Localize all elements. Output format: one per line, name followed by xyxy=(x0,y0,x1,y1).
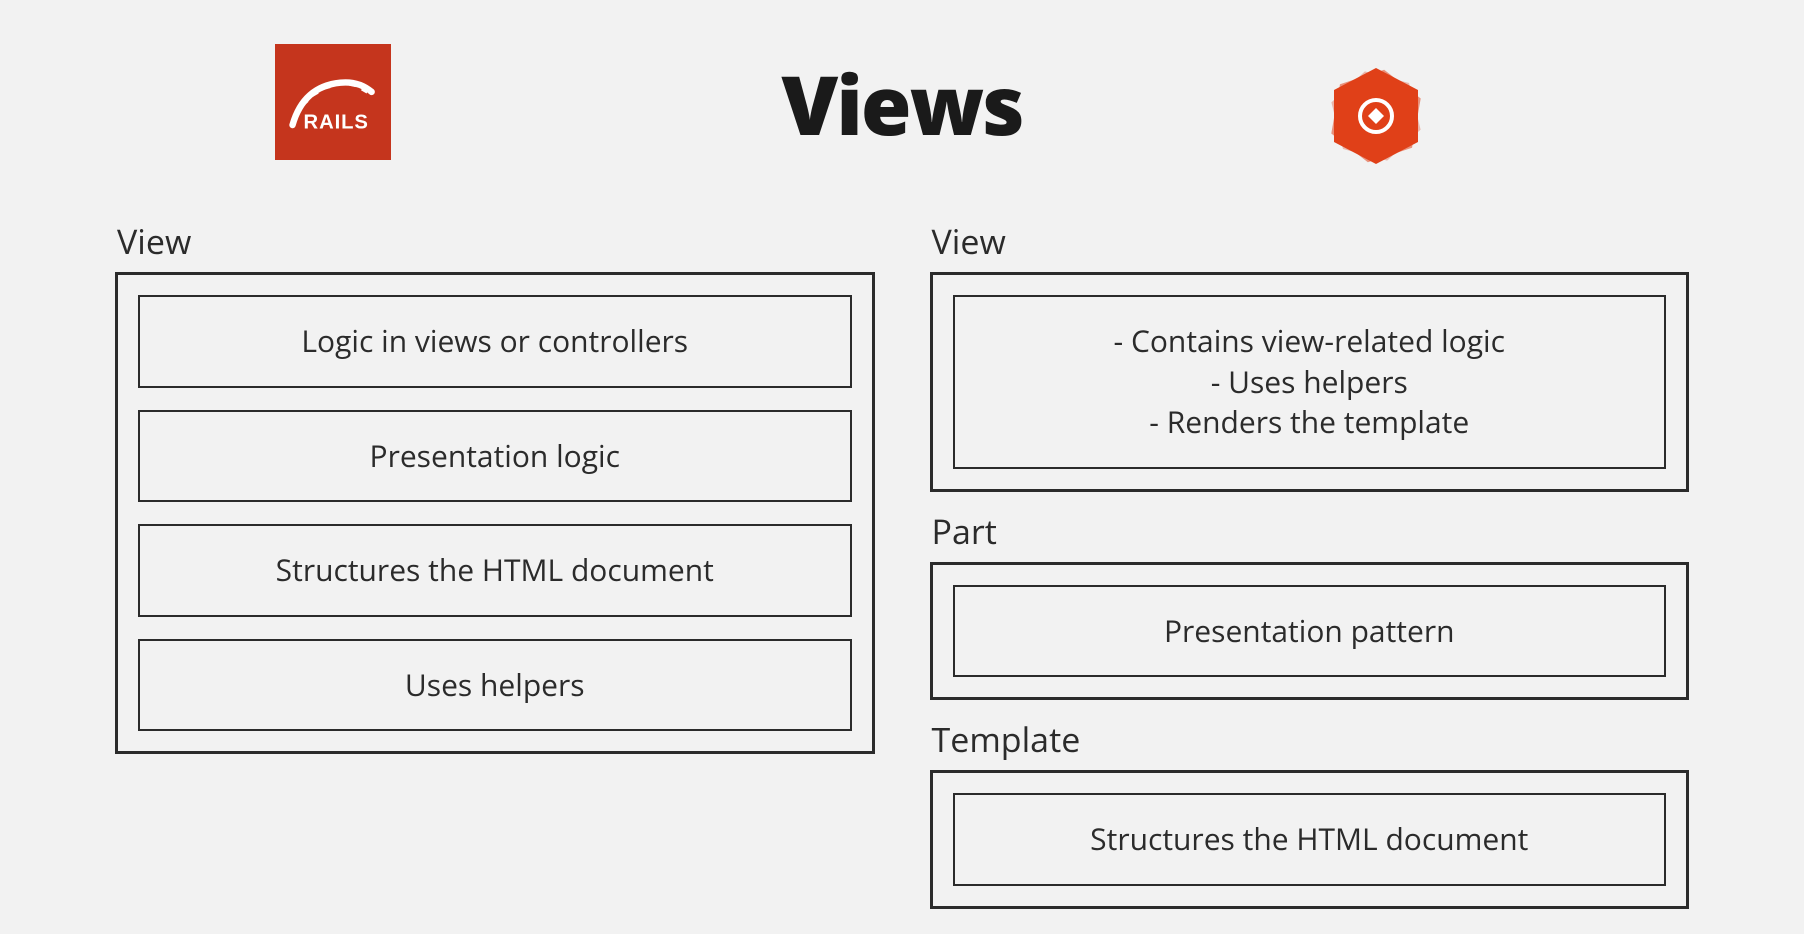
left-column: View Logic in views or controllers Present… xyxy=(115,218,875,925)
outer-box: Presentation pattern xyxy=(930,562,1690,701)
inner-box: Structures the HTML document xyxy=(953,793,1667,886)
outer-box: - Contains view-related logic- Uses help… xyxy=(930,272,1690,492)
right-column: View - Contains view-related logic- Uses … xyxy=(930,218,1690,925)
page-title: Views xyxy=(0,48,1804,160)
inner-box: Structures the HTML document xyxy=(138,524,852,617)
inner-box: Presentation pattern xyxy=(953,585,1667,678)
inner-box: Uses helpers xyxy=(138,639,852,732)
inner-box-line: - Contains view-related logic xyxy=(971,321,1649,362)
right-section-part: Part Presentation pattern xyxy=(930,508,1690,701)
inner-box: Logic in views or controllers xyxy=(138,295,852,388)
section-label: View xyxy=(115,218,875,264)
right-section-view: View - Contains view-related logic- Uses … xyxy=(930,218,1690,492)
right-section-template: Template Structures the HTML document xyxy=(930,716,1690,909)
columns: View Logic in views or controllers Present… xyxy=(0,218,1804,925)
outer-box: Logic in views or controllers Presentatio… xyxy=(115,272,875,754)
section-label: View xyxy=(930,218,1690,264)
outer-box: Structures the HTML document xyxy=(930,770,1690,909)
inner-box-line: - Uses helpers xyxy=(971,362,1649,403)
left-section-view: View Logic in views or controllers Present… xyxy=(115,218,875,754)
inner-box-line: - Renders the template xyxy=(971,402,1649,443)
section-label: Template xyxy=(930,716,1690,762)
inner-box: - Contains view-related logic- Uses help… xyxy=(953,295,1667,469)
section-label: Part xyxy=(930,508,1690,554)
hanami-logo-icon xyxy=(1316,56,1436,176)
inner-box: Presentation logic xyxy=(138,410,852,503)
header: RAILS Views xyxy=(0,0,1804,170)
